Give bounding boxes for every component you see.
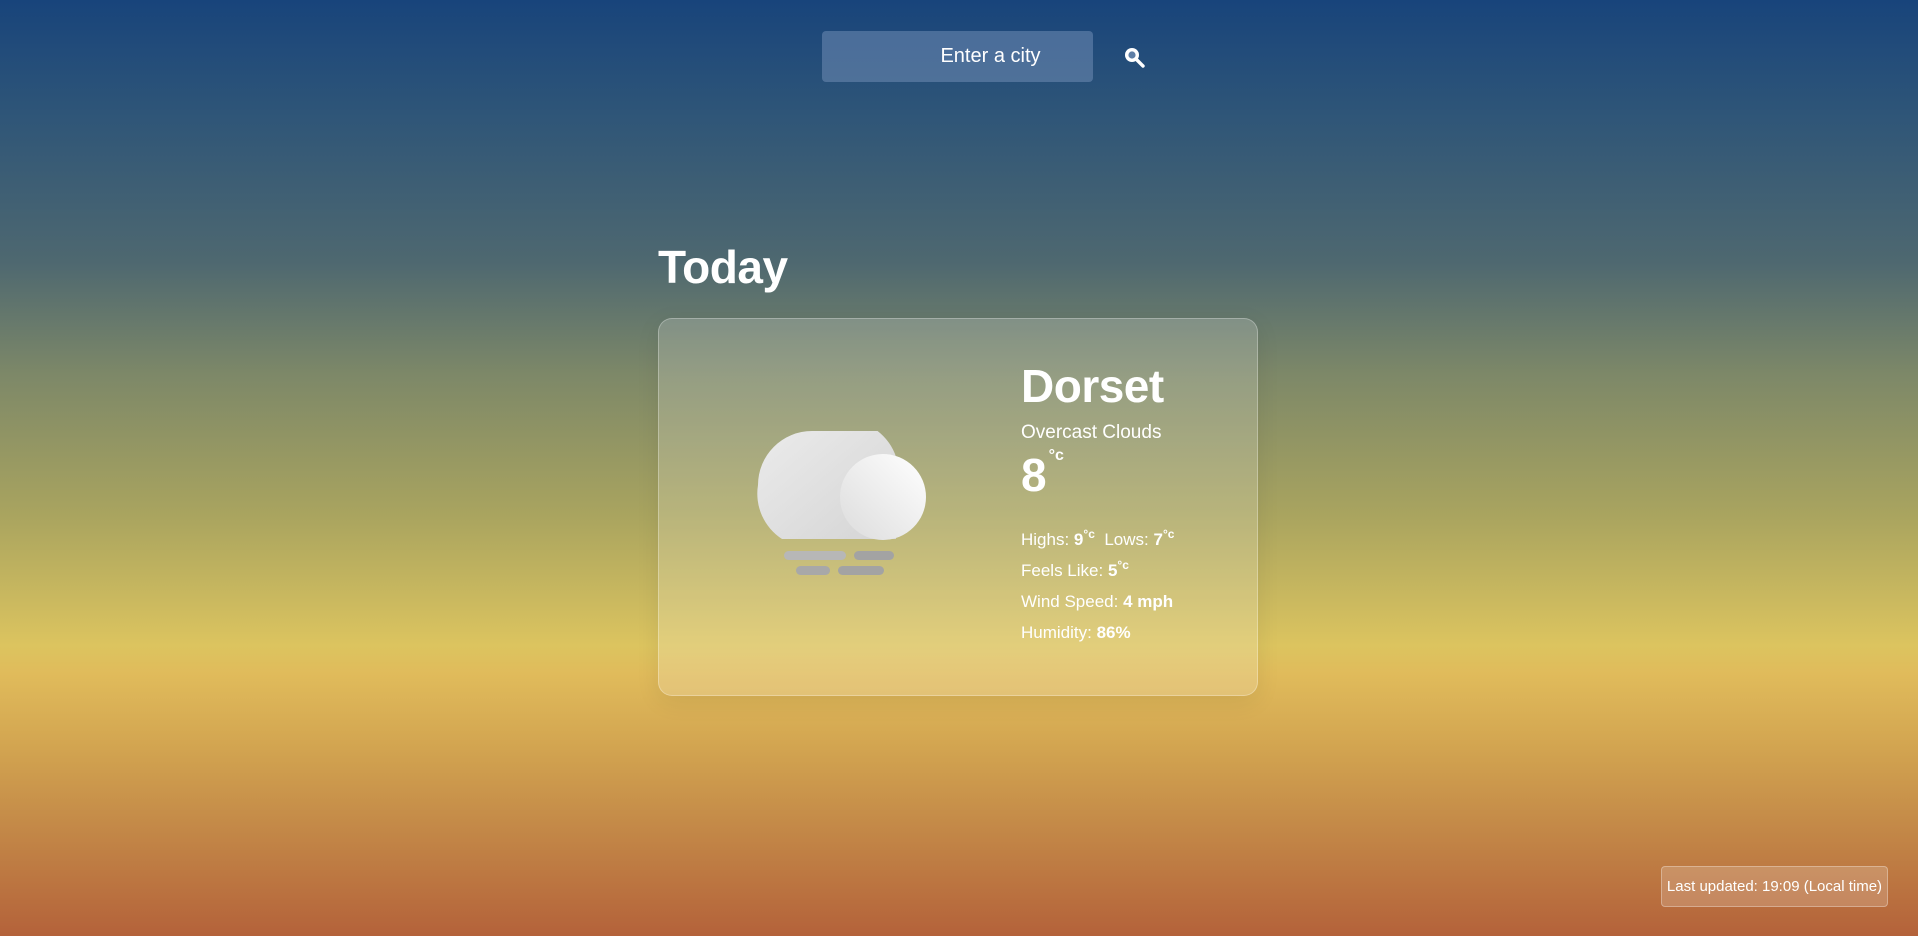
feels-like-unit: °c: [1117, 557, 1129, 572]
wind-speed-row: Wind Speed: 4 mph: [1021, 586, 1174, 617]
humidity-label: Humidity:: [1021, 622, 1092, 642]
lows-unit: °c: [1162, 526, 1175, 541]
weather-condition: Overcast Clouds: [1021, 421, 1162, 443]
search-button[interactable]: [1123, 31, 1145, 82]
city-name: Dorset: [1021, 360, 1164, 412]
feels-like-value: 5: [1107, 560, 1118, 580]
weather-card: Dorset Overcast Clouds 8 °c Highs: 9°c Lo…: [658, 318, 1258, 696]
feels-like-label: Feels Like:: [1021, 560, 1104, 580]
lows-label: Lows:: [1104, 529, 1149, 549]
humidity-value: 86%: [1096, 622, 1131, 642]
highs-lows-row: Highs: 9°c Lows: 7°c: [1021, 524, 1174, 555]
wind-speed-value: 4 mph: [1123, 591, 1174, 611]
humidity-row: Humidity: 86%: [1021, 617, 1174, 648]
current-temperature: 8 °c: [1021, 447, 1174, 501]
highs-label: Highs:: [1021, 529, 1070, 549]
last-updated-badge: Last updated: 19:09 (Local time): [1661, 866, 1888, 907]
feels-like-row: Feels Like: 5°c: [1021, 555, 1174, 586]
weather-stats: Highs: 9°c Lows: 7°c Feels Like: 5°c Win…: [1021, 524, 1174, 648]
weather-info: Dorset Overcast Clouds 8 °c Highs: 9°c Lo…: [1021, 361, 1174, 648]
search-icon: [1125, 47, 1145, 68]
search-input[interactable]: [822, 31, 1123, 82]
lows-value: 7: [1153, 529, 1163, 549]
search-bar: [822, 31, 1145, 82]
cloudy-mist-icon: [756, 419, 932, 581]
wind-speed-label: Wind Speed:: [1021, 591, 1119, 611]
temperature-unit: °c: [1048, 446, 1064, 464]
today-heading: Today: [658, 241, 788, 293]
highs-unit: °c: [1083, 526, 1095, 541]
highs-value: 9: [1073, 529, 1084, 549]
temperature-value: 8: [1021, 448, 1047, 501]
